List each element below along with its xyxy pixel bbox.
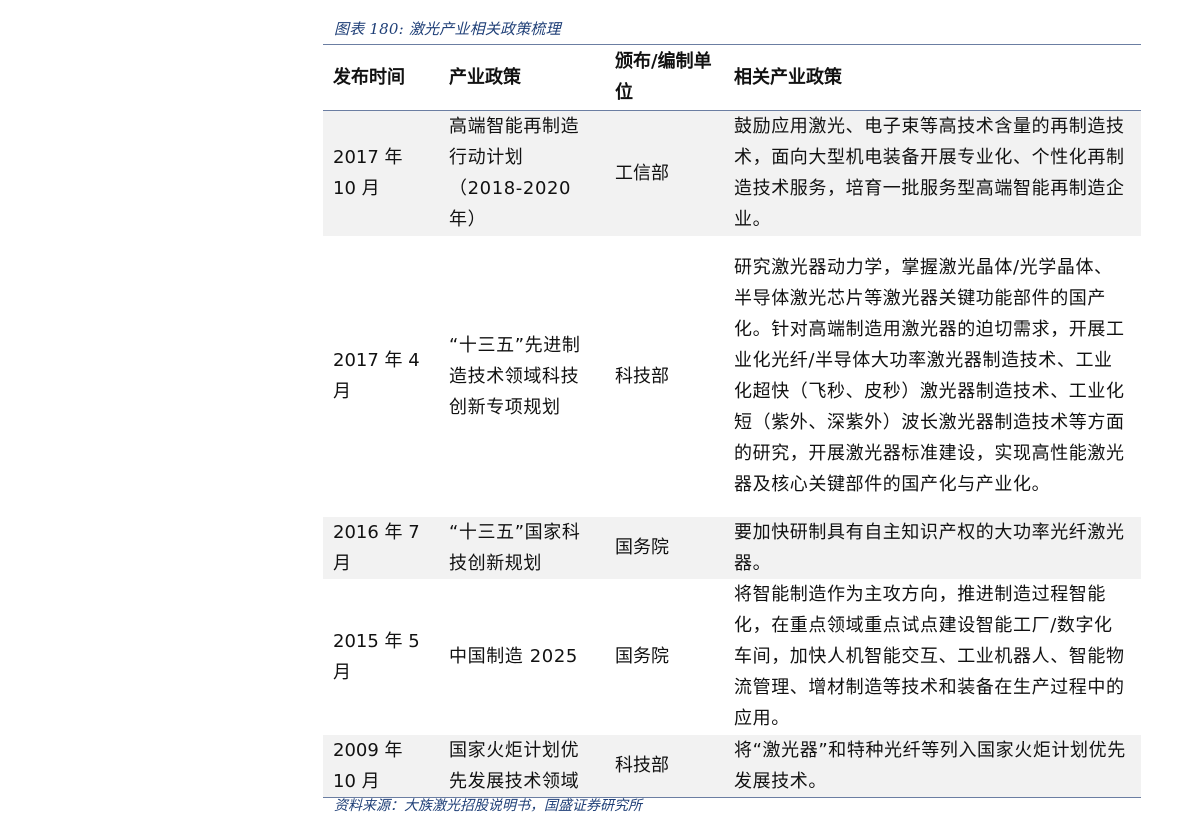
- cell-content: 将“激光器”和特种光纤等列入国家火炬计划优先发展技术。: [724, 734, 1141, 798]
- cell-policy: “十三五”国家科技创新规划: [439, 516, 605, 579]
- cell-content: 鼓励应用激光、电子束等高技术含量的再制造技术，面向大型机电装备开展专业化、个性化…: [724, 110, 1141, 236]
- cell-date: 2015 年 5 月: [333, 630, 420, 683]
- table-row: 2015 年 5 月 中国制造 2025 国务院 将智能制造作为主攻方向，推进制…: [323, 579, 1141, 735]
- table-row: 2017 年 10 月 高端智能再制造行动计划（2018-2020 年） 工信部…: [323, 110, 1141, 236]
- cell-unit: 科技部: [615, 365, 669, 387]
- header-policy: 产业政策: [449, 66, 521, 88]
- header-date: 发布时间: [333, 66, 405, 88]
- cell-policy: 中国制造 2025: [449, 646, 578, 667]
- cell-date: 2009 年 10 月: [323, 734, 439, 798]
- cell-content: 研究激光器动力学，掌握激光晶体/光学晶体、半导体激光芯片等激光器关键功能部件的国…: [734, 257, 1125, 495]
- table-row: 2016 年 7 月 “十三五”国家科技创新规划 国务院 要加快研制具有自主知识…: [323, 516, 1141, 579]
- cell-policy: “十三五”先进制造技术领域科技创新专项规划: [449, 334, 581, 418]
- source-note: 资料来源：大族激光招股说明书，国盛证券研究所: [334, 798, 642, 814]
- cell-content: 要加快研制具有自主知识产权的大功率光纤激光器。: [724, 516, 1141, 579]
- header-unit: 颁布/编制单位: [615, 51, 712, 103]
- cell-unit: 工信部: [605, 110, 724, 236]
- cell-date: 2017 年 10 月: [323, 110, 439, 236]
- cell-policy: 国家火炬计划优先发展技术领域: [439, 734, 605, 798]
- cell-unit: 国务院: [615, 646, 669, 667]
- cell-date: 2016 年 7 月: [323, 516, 439, 579]
- cell-unit: 科技部: [605, 734, 724, 798]
- table-caption: 图表 180: 激光产业相关政策梳理: [334, 20, 561, 38]
- policy-table-container: 发布时间 产业政策 颁布/编制单位 相关产业政策 2017 年 10 月 高端智…: [323, 44, 1141, 798]
- cell-content: 将智能制造作为主攻方向，推进制造过程智能化，在重点领域重点试点建设智能工厂/数字…: [734, 584, 1125, 729]
- table-row: 2009 年 10 月 国家火炬计划优先发展技术领域 科技部 将“激光器”和特种…: [323, 734, 1141, 798]
- policy-table: 发布时间 产业政策 颁布/编制单位 相关产业政策 2017 年 10 月 高端智…: [323, 44, 1141, 798]
- header-content: 相关产业政策: [734, 66, 842, 88]
- cell-policy: 高端智能再制造行动计划（2018-2020 年）: [439, 110, 605, 236]
- table-header-row: 发布时间 产业政策 颁布/编制单位 相关产业政策: [323, 44, 1141, 111]
- cell-date: 2017 年 4 月: [333, 350, 420, 402]
- cell-unit: 国务院: [605, 516, 724, 579]
- table-row: 2017 年 4 月 “十三五”先进制造技术领域科技创新专项规划 科技部 研究激…: [323, 236, 1141, 517]
